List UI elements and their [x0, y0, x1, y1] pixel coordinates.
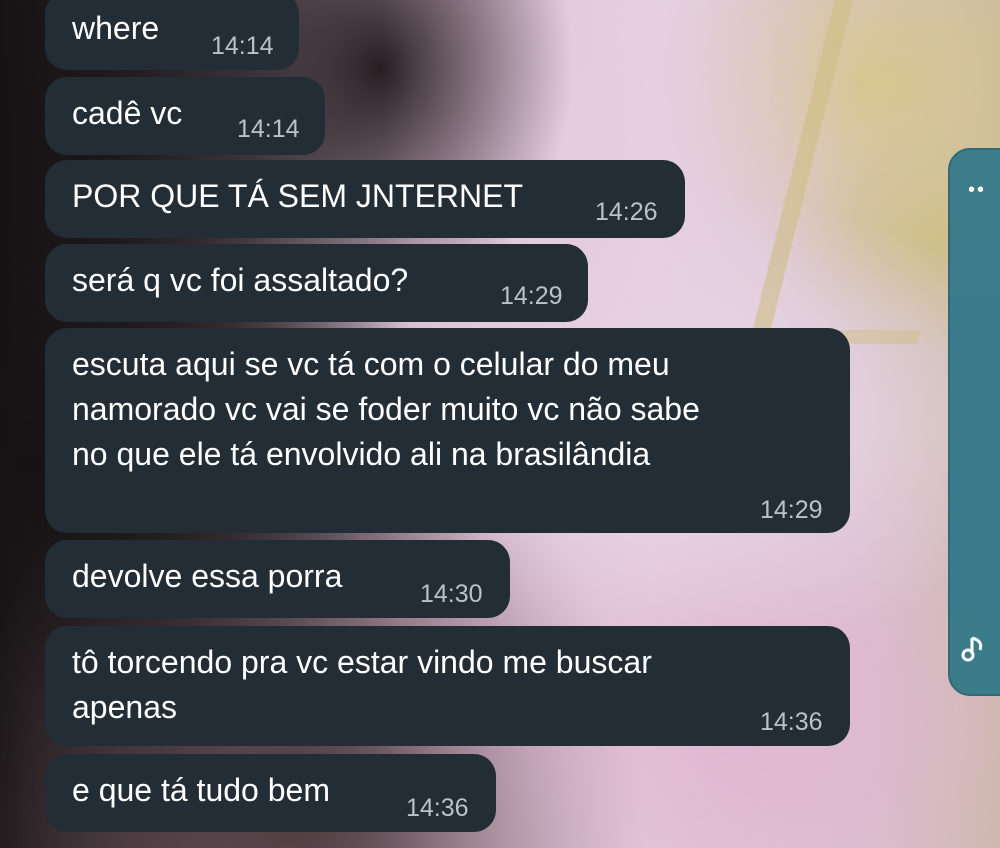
- message-time: 14:14: [211, 32, 274, 60]
- message-text: devolve essa porra: [72, 558, 343, 594]
- more-dots-icon[interactable]: ••: [968, 180, 986, 200]
- message-time: 14:30: [420, 580, 483, 608]
- message-text: será q vc foi assaltado?: [72, 262, 409, 298]
- message-bubble[interactable]: devolve essa porra 14:30: [45, 540, 510, 618]
- message-text: where: [72, 10, 160, 46]
- message-bubble[interactable]: e que tá tudo bem 14:36: [45, 754, 496, 832]
- message-bubble[interactable]: where 14:14: [45, 0, 299, 70]
- message-text: POR QUE TÁ SEM JNTERNET: [72, 178, 524, 214]
- message-bubble[interactable]: POR QUE TÁ SEM JNTERNET 14:26: [45, 160, 685, 238]
- message-text: tô torcendo pra vc estar vindo me buscar…: [72, 644, 652, 725]
- message-bubble[interactable]: será q vc foi assaltado? 14:29: [45, 244, 588, 322]
- message-time: 14:26: [595, 198, 658, 226]
- message-bubble[interactable]: tô torcendo pra vc estar vindo me buscar…: [45, 626, 850, 746]
- message-text: cadê vc: [72, 95, 183, 131]
- message-time: 14:14: [237, 115, 300, 143]
- message-bubble[interactable]: escuta aqui se vc tá com o celular do me…: [45, 328, 850, 533]
- music-note-icon[interactable]: [958, 628, 998, 668]
- message-time: 14:29: [500, 282, 563, 310]
- message-text: escuta aqui se vc tá com o celular do me…: [72, 346, 700, 472]
- message-time: 14:29: [760, 496, 823, 524]
- floating-side-panel[interactable]: ••: [948, 148, 1000, 696]
- message-time: 14:36: [760, 708, 823, 736]
- message-text: e que tá tudo bem: [72, 772, 330, 808]
- message-bubble[interactable]: cadê vc 14:14: [45, 77, 325, 155]
- message-time: 14:36: [406, 794, 469, 822]
